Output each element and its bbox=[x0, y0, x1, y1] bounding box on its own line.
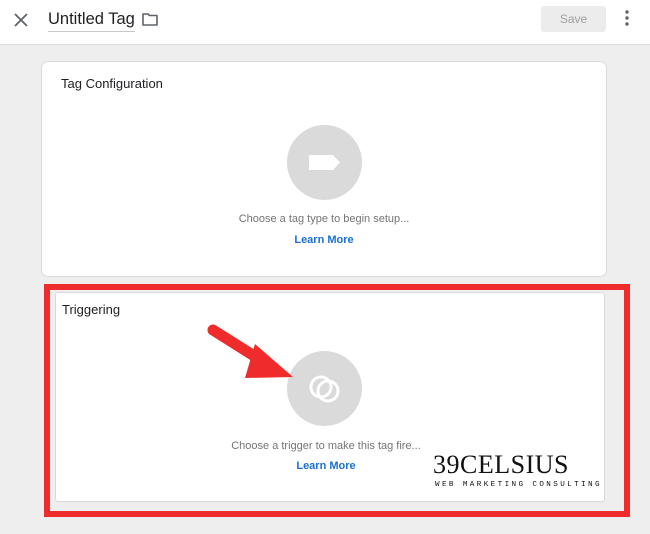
tag-icon bbox=[309, 155, 340, 170]
save-button[interactable]: Save bbox=[541, 6, 606, 32]
folder-icon[interactable] bbox=[141, 10, 159, 28]
triggering-title: Triggering bbox=[62, 302, 121, 317]
tag-type-picker[interactable] bbox=[287, 125, 362, 200]
annotation-arrow-icon bbox=[207, 324, 293, 378]
tag-configuration-card[interactable]: Tag Configuration Choose a tag type to b… bbox=[42, 62, 606, 276]
watermark-logo: 39CELSIUS WEB MARKETING CONSULTING bbox=[433, 450, 600, 495]
close-icon[interactable] bbox=[11, 10, 31, 30]
more-vert-icon[interactable] bbox=[620, 9, 634, 27]
watermark-tagline: WEB MARKETING CONSULTING bbox=[435, 481, 602, 489]
tag-configuration-title: Tag Configuration bbox=[61, 76, 163, 91]
tag-configuration-learn-more-link[interactable]: Learn More bbox=[42, 234, 606, 246]
top-bar: Untitled Tag Save bbox=[0, 0, 650, 45]
tag-configuration-hint: Choose a tag type to begin setup... bbox=[238, 213, 410, 225]
watermark-brand: 39CELSIUS bbox=[433, 450, 569, 479]
tag-name-field[interactable]: Untitled Tag bbox=[48, 10, 135, 32]
